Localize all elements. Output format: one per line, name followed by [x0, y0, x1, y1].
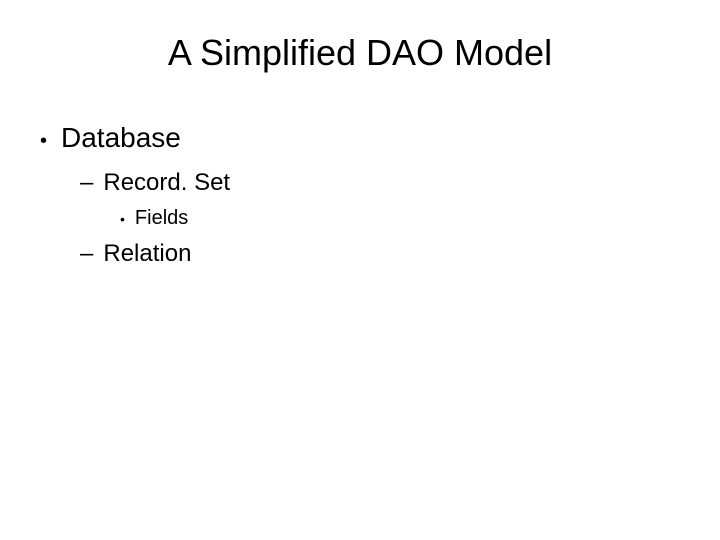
disc-bullet-icon: • — [120, 209, 125, 229]
bullet-level3: • Fields — [120, 207, 680, 230]
dash-bullet-icon: – — [80, 169, 93, 197]
bullet-level2: – Relation — [80, 240, 680, 268]
bullet-level2: – Record. Set — [80, 169, 680, 197]
bullet-text: Relation — [103, 240, 191, 268]
bullet-text: Database — [61, 122, 181, 154]
bullet-text: Record. Set — [103, 169, 230, 197]
slide-title: A Simplified DAO Model — [40, 32, 680, 74]
bullet-text: Fields — [135, 207, 188, 230]
slide: A Simplified DAO Model • Database – Reco… — [0, 0, 720, 540]
bullet-level1: • Database — [40, 122, 680, 155]
dash-bullet-icon: – — [80, 240, 93, 268]
disc-bullet-icon: • — [40, 127, 47, 155]
